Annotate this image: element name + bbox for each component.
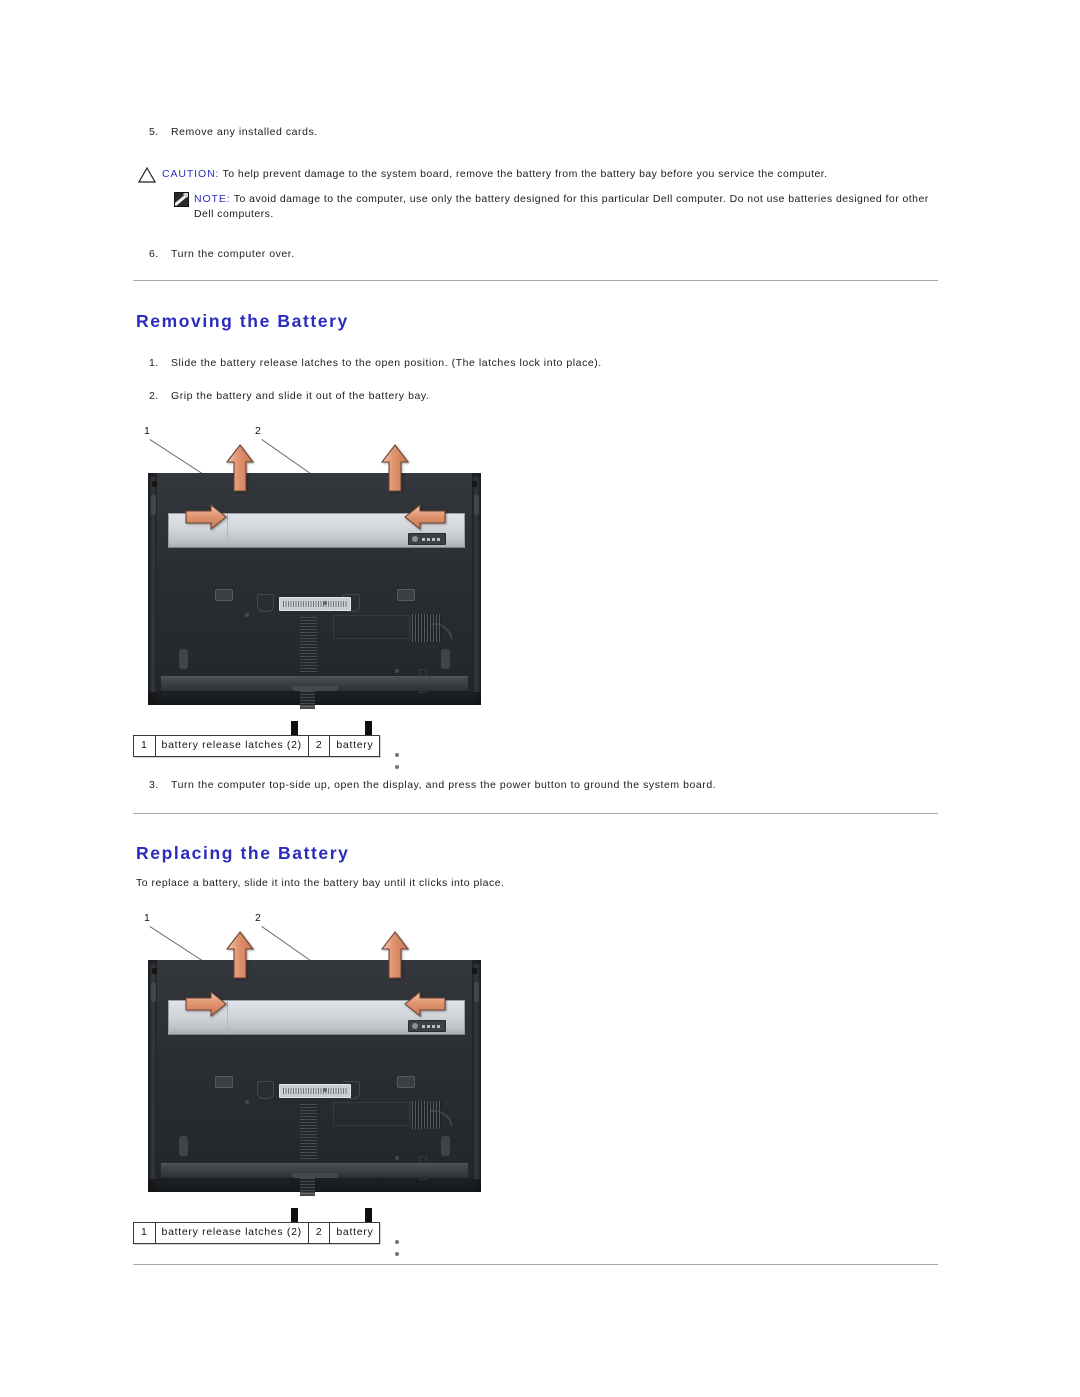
arrow-up-right — [380, 444, 410, 497]
battery-release-latch-right — [397, 589, 415, 601]
note-pencil-icon — [174, 192, 189, 207]
legend-label: battery — [336, 1226, 374, 1238]
screw-hole-right — [365, 1208, 372, 1222]
legend-number: 2 — [309, 736, 331, 756]
panel-outline — [333, 1102, 410, 1126]
section-intro-paragraph: To replace a battery, slide it into the … — [136, 877, 505, 889]
note-label: NOTE: — [194, 193, 231, 205]
laptop-right-rail — [471, 477, 481, 692]
battery-release-latch-left — [215, 1076, 233, 1088]
legend-number: 1 — [134, 1223, 156, 1243]
legend-number: 1 — [134, 736, 156, 756]
legend-number: 2 — [309, 1223, 331, 1243]
callout-number-1: 1 — [144, 912, 151, 924]
list-item: Slide the battery release latches to the… — [171, 357, 602, 369]
caution-admonition: CAUTION: To help prevent damage to the s… — [137, 166, 948, 183]
section-divider — [133, 813, 938, 814]
list-number: 5. — [149, 126, 159, 138]
legend-label: battery release latches (2) — [156, 1223, 309, 1243]
caution-text: To help prevent damage to the system boa… — [219, 168, 828, 180]
memory-door-vent — [300, 617, 317, 673]
figure-legend: 1 battery release latches (2) 2 battery — [133, 735, 381, 757]
list-number: 6. — [149, 248, 159, 260]
list-number: 1. — [149, 357, 159, 369]
section-divider — [133, 280, 938, 281]
note-text: To avoid damage to the computer, use onl… — [194, 193, 929, 220]
figure-removing-battery: 1 2 — [140, 425, 488, 769]
callout-number-2: 2 — [255, 912, 262, 924]
list-number: 3. — [149, 779, 159, 791]
legend-label: battery — [336, 739, 374, 751]
battery-release-latch-left — [215, 589, 233, 601]
page-title-removing-the-battery: Removing the Battery — [136, 311, 349, 331]
callout-number-1: 1 — [144, 425, 151, 437]
list-item: Turn the computer over. — [171, 248, 295, 260]
arrow-right-latch-left — [185, 990, 227, 1022]
arrow-left-latch-right — [404, 503, 446, 535]
arrow-up-left — [225, 444, 255, 497]
callout-number-2: 2 — [255, 425, 262, 437]
list-item: Grip the battery and slide it out of the… — [171, 390, 430, 402]
arrow-up-left — [225, 931, 255, 984]
list-number: 2. — [149, 390, 159, 402]
panel-outline — [333, 615, 410, 639]
docking-connector — [278, 597, 351, 611]
screw-hole-right — [365, 721, 372, 735]
warning-triangle-icon — [137, 166, 157, 183]
arrow-right-latch-left — [185, 503, 227, 535]
screw-hole-left — [291, 721, 298, 735]
legend-label: battery release latches (2) — [156, 736, 309, 756]
arrow-left-latch-right — [404, 990, 446, 1022]
laptop-right-rail — [471, 964, 481, 1179]
screw-hole-left — [291, 1208, 298, 1222]
caution-label: CAUTION: — [162, 168, 220, 180]
list-item: Turn the computer top-side up, open the … — [171, 779, 717, 791]
note-admonition: NOTE: To avoid damage to the computer, u… — [174, 192, 949, 222]
figure-legend: 1 battery release latches (2) 2 battery — [133, 1222, 381, 1244]
page-title-replacing-the-battery: Replacing the Battery — [136, 843, 350, 863]
section-divider — [133, 1264, 938, 1265]
document-page: 5. Remove any installed cards. CAUTION: … — [0, 0, 1080, 1397]
dock-hook-left — [257, 1081, 274, 1099]
figure-replacing-battery: 1 2 — [140, 912, 488, 1256]
list-item: Remove any installed cards. — [171, 126, 318, 138]
dock-hook-left — [257, 594, 274, 612]
arrow-up-right — [380, 931, 410, 984]
docking-connector — [278, 1084, 351, 1098]
battery-release-latch-right — [397, 1076, 415, 1088]
memory-door-vent — [300, 1104, 317, 1160]
